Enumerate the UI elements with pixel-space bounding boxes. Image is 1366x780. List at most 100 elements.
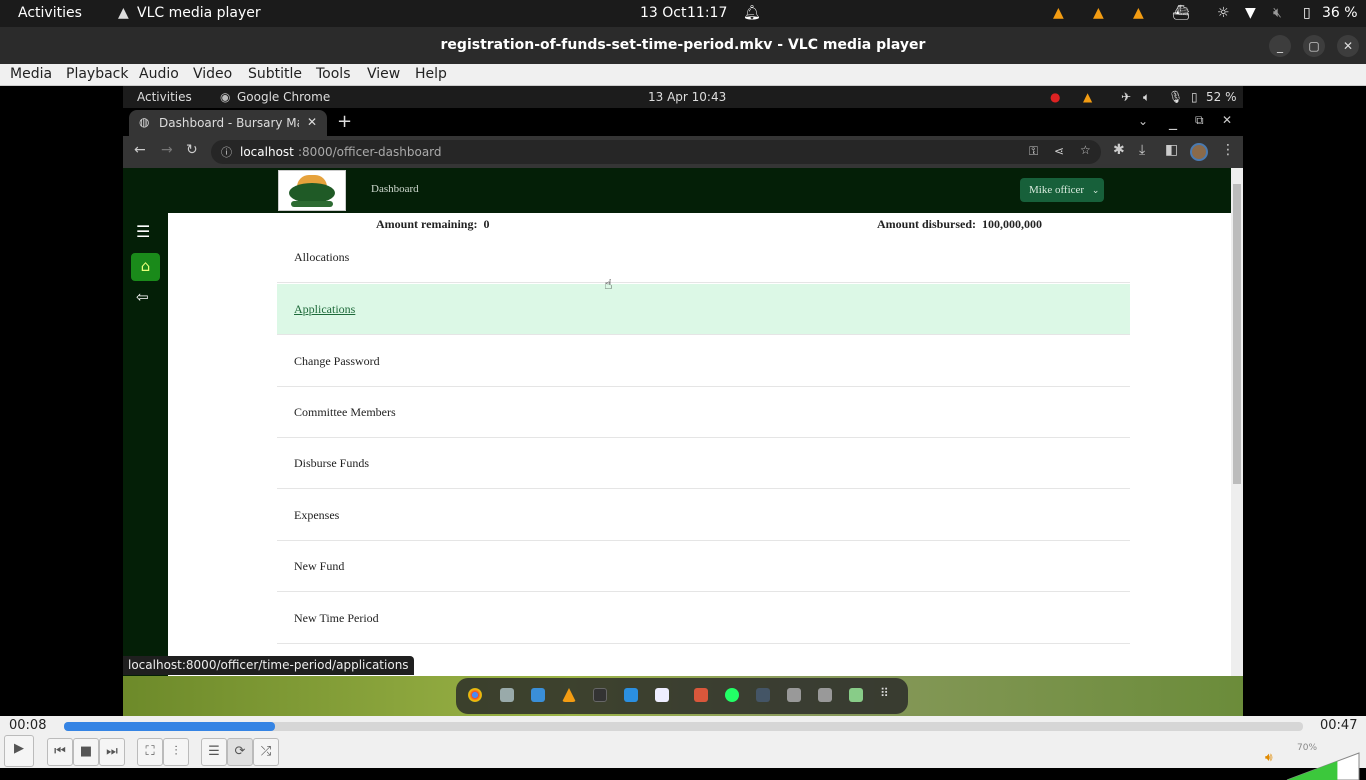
reload-icon[interactable]: ↻ [186,142,198,158]
scrollbar-thumb[interactable] [1233,184,1241,484]
shuffle-button[interactable]: ⤮ [253,738,279,766]
video-frame: Activities ◉ Google Chrome 13 Apr 10:43 … [123,86,1243,716]
hamburger-menu-icon[interactable]: ☰ [136,222,150,241]
menu-audio[interactable]: Audio [139,66,179,82]
vlc-cone-icon: ▲ [118,5,129,21]
volume-slider[interactable] [1286,752,1360,780]
new-tab-button[interactable]: + [337,111,352,132]
brightness-icon[interactable]: ☼ [1217,5,1230,21]
activities-button[interactable]: Activities [18,5,82,21]
battery-icon[interactable]: ▯ [1303,5,1311,21]
chrome-menu-icon[interactable]: ⋮ [1221,142,1235,158]
vlc-tray-icon[interactable]: ▲ [1053,5,1064,21]
menu-help[interactable]: Help [415,66,447,82]
dock-terminal-icon[interactable] [593,688,607,702]
next-button[interactable]: ⏭ [99,738,125,766]
show-apps-icon[interactable]: ⠿ [880,686,894,700]
clock-date[interactable]: 13 Oct [640,5,686,21]
dock-monitor-icon[interactable] [756,688,770,702]
menu-item-expenses[interactable]: Expenses [277,490,1130,541]
menu-item-allocations[interactable]: Allocations [277,232,1130,283]
browser-close-button[interactable]: ✕ [1222,113,1232,127]
dock-trash-icon[interactable] [849,688,863,702]
battery-percent: 36 % [1322,5,1358,21]
dock-files-icon[interactable] [500,688,514,702]
vlc-tray-icon[interactable]: ▲ [1093,5,1104,21]
dock-vscode-icon[interactable] [624,688,638,702]
menu-video[interactable]: Video [193,66,232,82]
menu-subtitle[interactable]: Subtitle [248,66,302,82]
play-button[interactable]: ▶ [4,735,34,767]
extended-settings-button[interactable]: ⫶ [163,738,189,766]
menu-item-new-time-period[interactable]: New Time Period [277,593,1130,644]
dock-impress-icon[interactable] [694,688,708,702]
extensions-icon[interactable]: ✱ [1113,142,1125,158]
previous-button[interactable]: ⏮ [47,738,73,766]
profile-avatar[interactable] [1190,143,1208,161]
menu-playback[interactable]: Playback [66,66,128,82]
share-icon[interactable]: ⋖ [1054,144,1064,158]
tab-title: Dashboard - Bursary Mana [159,116,299,130]
dock-disk-icon[interactable] [818,688,832,702]
inner-battery: 52 % [1206,90,1237,104]
dock-text-editor-icon[interactable] [655,688,669,702]
menu-tools[interactable]: Tools [316,66,351,82]
wifi-icon[interactable]: ▼ [1245,5,1256,21]
menu-item-label: Allocations [294,250,350,264]
browser-restore-button[interactable]: ⧉ [1195,113,1204,128]
muted-speaker-icon[interactable]: 🔇︎ [1273,5,1282,21]
fullscreen-button[interactable]: ⛶ [137,738,163,766]
dock-globe-icon[interactable] [725,688,739,702]
vlc-tray-icon[interactable]: ▲ [1133,5,1144,21]
playlist-button[interactable]: ☰ [201,738,227,766]
clock-time[interactable]: 11:17 [687,5,727,21]
nav-dashboard-link[interactable]: Dashboard [371,183,419,195]
seek-bar[interactable] [64,722,1303,731]
maximize-button[interactable]: ▢ [1303,35,1325,57]
dock-writer-icon[interactable] [531,688,545,702]
logout-icon[interactable]: ⇦ [136,288,149,306]
bookmark-star-icon[interactable]: ☆ [1080,143,1091,157]
volume-icon[interactable]: 🔊︎ [1265,750,1273,765]
mic-icon: 🎙︎ [1168,90,1184,104]
tab-dashboard[interactable]: ◍ Dashboard - Bursary Mana ✕ [129,110,327,136]
key-icon[interactable]: ⚿ [1029,144,1038,159]
total-time: 00:47 [1320,718,1358,733]
menu-item-change-password[interactable]: Change Password [277,336,1130,387]
loop-button[interactable]: ⟳ [227,738,253,766]
menu-item-new-fund[interactable]: New Fund [277,541,1130,592]
docker-icon[interactable]: ⛴ [1172,5,1190,21]
seek-progress [64,722,275,731]
dock-disk-icon[interactable] [787,688,801,702]
menu-item-committee-members[interactable]: Committee Members [277,387,1130,438]
county-logo[interactable] [278,170,346,211]
download-icon[interactable]: ⤓ [1139,142,1145,158]
tab-search-icon[interactable]: ⌄ [1138,114,1148,128]
dock-chrome-icon[interactable] [468,688,482,702]
address-bar[interactable]: ⓘ localhost :8000/officer-dashboard ⚿ ⋖ … [211,140,1101,164]
home-icon[interactable]: ⌂ [131,253,160,281]
menu-item-label: New Fund [294,559,345,573]
user-menu-button[interactable]: Mike officer ⌄ [1020,178,1104,202]
main-content: Amount remaining: 0 Amount disbursed: 10… [168,213,1231,676]
minimize-button[interactable]: _ [1269,35,1291,57]
menu-view[interactable]: View [367,66,400,82]
side-panel-icon[interactable]: ◧ [1165,142,1178,158]
back-icon[interactable]: ← [134,142,146,158]
browser-minimize-button[interactable]: _ [1169,111,1177,130]
app-menu[interactable]: VLC media player [137,5,261,21]
menu-item-disburse-funds[interactable]: Disburse Funds [277,438,1130,489]
menu-item-applications[interactable]: Applications [277,284,1130,335]
forward-icon[interactable]: → [161,142,173,158]
page-scrollbar[interactable] [1231,168,1243,676]
close-button[interactable]: ✕ [1337,35,1359,57]
site-info-icon[interactable]: ⓘ [221,144,232,160]
tab-close-icon[interactable]: ✕ [307,115,317,129]
alarm-icon: 🔔︎ [743,5,761,21]
user-name: Mike officer [1029,184,1085,196]
url-path: :8000/officer-dashboard [298,145,442,159]
menu-media[interactable]: Media [10,66,52,82]
stop-button[interactable]: ■ [73,738,99,766]
amount-disbursed-label: Amount disbursed: [877,217,977,231]
dock-vlc-icon[interactable] [562,688,576,702]
